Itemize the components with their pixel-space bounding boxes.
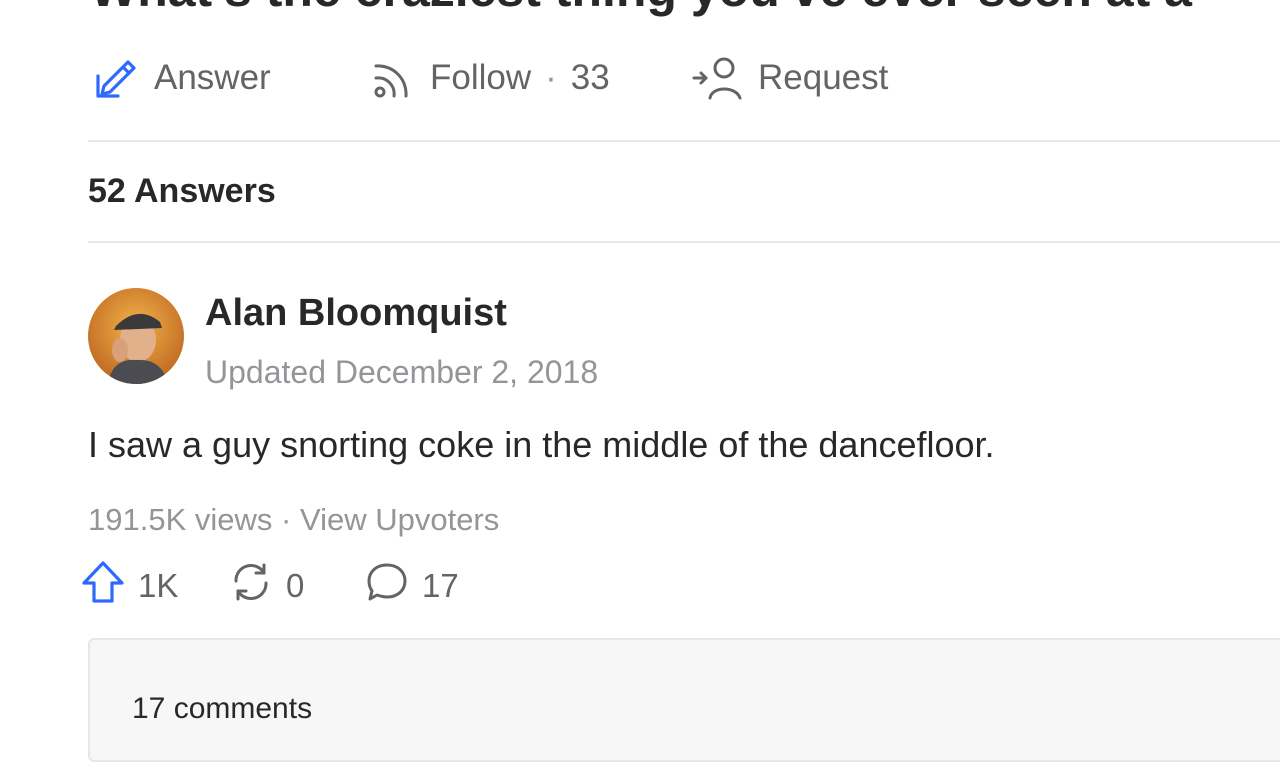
answers-count: 52 Answers <box>88 172 276 210</box>
request-label: Request <box>758 58 889 97</box>
question-title[interactable]: What's the craziest thing you've ever se… <box>90 0 1192 14</box>
answer-text: I saw a guy snorting coke in the middle … <box>88 424 995 465</box>
comment-count: 17 <box>422 567 459 604</box>
pencil-icon <box>92 54 140 102</box>
request-user-icon <box>692 54 744 102</box>
share-count: 0 <box>286 567 305 604</box>
follow-count: 33 <box>570 58 610 97</box>
answer-button[interactable]: Answer <box>92 50 271 106</box>
divider <box>88 241 1280 243</box>
answer-timestamp[interactable]: Updated December 2, 2018 <box>205 354 598 391</box>
follow-label: Follow <box>430 58 532 97</box>
upvote-arrow-icon <box>80 559 126 613</box>
avatar[interactable] <box>88 288 184 384</box>
author-name[interactable]: Alan Bloomquist <box>205 292 507 335</box>
divider <box>88 140 1280 142</box>
views-count: 191.5K views <box>88 502 273 537</box>
follow-button[interactable]: Follow · 33 <box>368 50 610 106</box>
view-upvoters-link[interactable]: View Upvoters <box>300 502 499 537</box>
comments-section: 17 comments <box>88 638 1280 762</box>
meta-separator: · <box>281 502 292 537</box>
comments-count-label[interactable]: 17 comments <box>132 692 312 726</box>
share-button[interactable]: 0 <box>228 562 304 610</box>
request-button[interactable]: Request <box>692 50 888 106</box>
answer-label: Answer <box>154 58 271 97</box>
upvote-button[interactable]: 1K <box>80 559 179 613</box>
share-cycle-icon <box>228 559 274 613</box>
comment-bubble-icon <box>364 559 410 613</box>
upvote-count: 1K <box>138 567 179 604</box>
follow-separator: · <box>545 58 557 97</box>
comment-button[interactable]: 17 <box>364 562 459 610</box>
answer-meta: 191.5K views · View Upvoters <box>88 502 499 538</box>
follow-signal-icon <box>368 54 416 102</box>
